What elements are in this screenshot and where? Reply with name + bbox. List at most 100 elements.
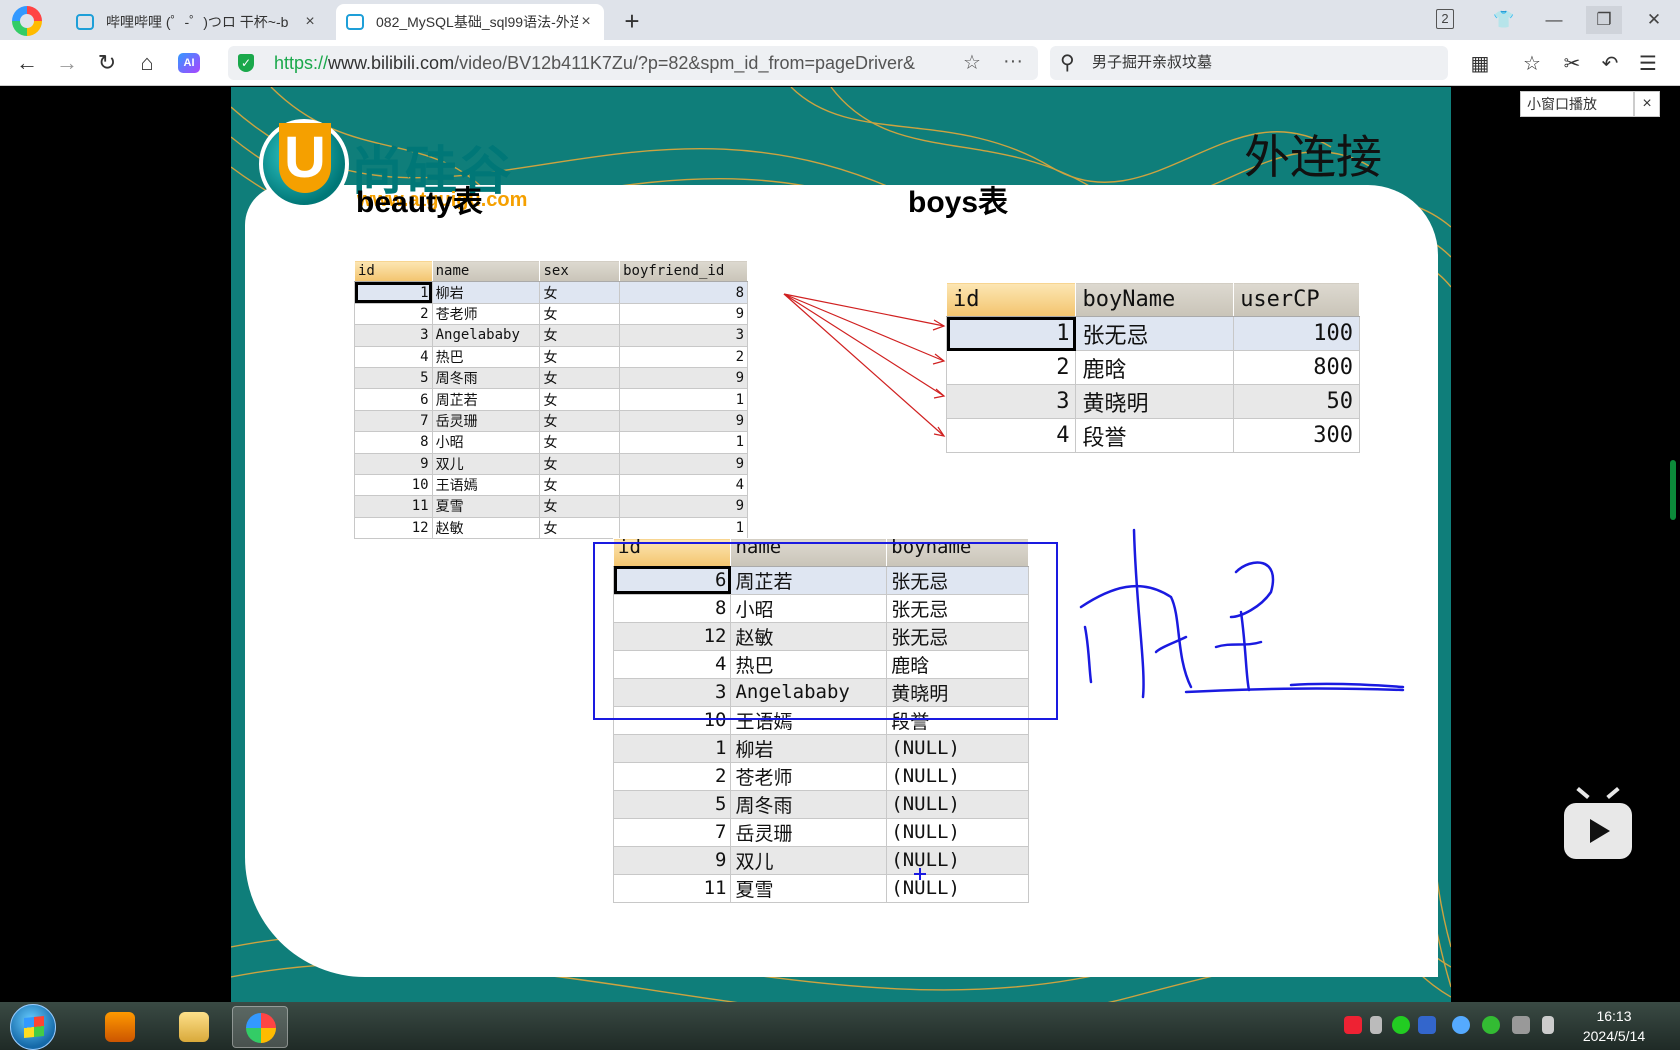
pen-icon[interactable] [1370,1016,1382,1034]
scroll-indicator[interactable] [1670,460,1676,520]
url-scheme: https:// [274,53,329,73]
table-cell: 夏雪 [431,495,541,518]
table-cell: 女 [539,281,621,304]
close-window-button[interactable]: ✕ [1636,6,1672,34]
menu-icon[interactable]: ☰ [1634,50,1662,78]
slide-frame: U 尚硅谷 www.atguigu.com 外连接 beauty表 boys表 … [231,87,1451,1002]
column-header: name [431,259,541,283]
table-cell: 岳灵珊 [431,409,541,433]
table-cell: (NULL) [886,817,1029,847]
table-row: 11 夏雪 (NULL) [612,873,1029,903]
table-row: 1 张无忌 100 [945,316,1360,351]
search-box[interactable]: ⚲ 男子掘开亲叔坟墓 [1050,46,1448,80]
back-button[interactable]: ← [12,48,42,78]
clock-time: 16:13 [1596,1008,1632,1024]
table-row: 9 双儿女 9 [354,452,748,475]
table-cell: 热巴 [431,345,541,368]
table-cell: 1 [619,516,748,540]
tab-bilibili-home[interactable]: 哔哩哔哩 (゜-゜)つロ 干杯~-b × [66,4,328,40]
secure-shield-icon: ✓ [238,54,254,72]
more-options-icon[interactable]: ··· [1003,46,1023,78]
mini-window-close-icon[interactable]: × [1634,91,1660,117]
table-cell: 王语嫣 [431,473,541,497]
ai-assistant-button[interactable]: AI [178,53,200,73]
search-input[interactable]: 男子掘开亲叔坟墓 [1092,46,1212,80]
tab-title: 哔哩哔哩 (゜-゜)つロ 干杯~-b [106,14,289,30]
apps-grid-icon[interactable]: ▦ [1466,50,1494,78]
taskbar-media-player[interactable] [92,1006,148,1048]
table-cell: 2 [619,345,748,368]
sogou-ime-icon[interactable] [1344,1016,1362,1034]
table-cell: 段誉 [1075,418,1235,453]
table-cell: 女 [539,302,621,326]
table-cell: 1 [612,733,732,763]
browser-icon [246,1013,276,1043]
reload-button[interactable]: ↻ [92,48,122,78]
bilibili-tv-icon [76,14,94,30]
taskbar-file-explorer[interactable] [166,1006,222,1048]
tab-count-badge[interactable]: 2 [1436,9,1454,29]
table-cell: 300 [1233,418,1360,453]
windows-taskbar: 16:13 2024/5/14 [0,1002,1680,1050]
table-cell: 苍老师 [730,761,888,791]
system-clock[interactable]: 16:13 2024/5/14 [1572,1006,1656,1046]
video-player[interactable]: U 尚硅谷 www.atguigu.com 外连接 beauty表 boys表 … [0,87,1680,1002]
minimize-button[interactable]: — [1536,6,1572,34]
table-cell: 1 [354,281,433,304]
home-button[interactable]: ⌂ [132,48,162,78]
table-header-row: id boyName userCP [945,282,1360,317]
favorites-icon[interactable]: ☆ [1518,50,1546,78]
table-cell: 周冬雨 [730,789,888,819]
tab-close-icon[interactable]: × [302,13,318,31]
table-cell: 女 [539,409,621,433]
table-cell: 10 [354,473,433,497]
table-cell: 黄晓明 [1075,384,1235,419]
table-row: 7 岳灵珊女 9 [354,409,748,433]
plus-app-icon[interactable] [1482,1016,1500,1034]
table-cell: 2 [945,350,1077,385]
table-cell: (NULL) [886,733,1029,763]
cloud-icon[interactable] [1452,1016,1470,1034]
table-cell: 2 [612,761,732,791]
bilibili-play-icon[interactable] [1564,803,1632,859]
boys-table-caption: boys表 [908,186,1009,219]
volume-icon[interactable] [1542,1016,1554,1034]
screenshot-scissors-icon[interactable]: ✂ [1558,50,1586,78]
table-cell: 女 [539,324,621,347]
start-button-icon[interactable] [10,1004,56,1050]
matched-rows-highlight-box [593,542,1058,720]
undo-close-tab-icon[interactable]: ↶ [1596,50,1624,78]
forward-button[interactable]: → [52,48,82,78]
beauty-table: id name sex boyfriend_id 1 柳岩女 8 2 苍老师女 9 3 Ang… [354,259,748,540]
browser-toolbar: ← → ↻ ⌂ AI ✓ https://www.bilibili.com/vi… [0,40,1680,86]
tab-close-icon[interactable]: × [578,13,594,31]
mini-window-play-button[interactable]: 小窗口播放 [1520,91,1634,117]
beauty-table-caption: beauty表 [356,186,483,219]
address-bar[interactable]: ✓ https://www.bilibili.com/video/BV12b41… [228,46,1038,80]
tab-current-video[interactable]: 082_MySQL基础_sql99语法-外连接 × [336,4,604,40]
tab-bar: 哔哩哔哩 (゜-゜)つロ 干杯~-b × 082_MySQL基础_sql99语法… [0,0,1680,40]
table-cell: 女 [539,473,621,497]
table-cell: 8 [354,431,433,454]
table-cell: 周冬雨 [431,366,541,390]
table-cell: 12 [354,516,433,540]
table-row: 3 Angelababy 女 3 [354,324,748,347]
table-cell: 柳岩 [730,733,888,763]
bookmark-star-icon[interactable]: ☆ [963,46,981,80]
media-player-icon [105,1012,135,1042]
table-cell: Angelababy [431,324,541,347]
n-app-icon[interactable] [1418,1016,1436,1034]
table-cell: 9 [619,409,748,433]
url-text[interactable]: https://www.bilibili.com/video/BV12b411K… [274,46,954,80]
network-icon[interactable] [1512,1016,1530,1034]
taskbar-browser[interactable] [232,1006,288,1048]
table-cell: 5 [354,366,433,390]
browser-logo-icon[interactable] [12,6,42,36]
skin-icon[interactable]: 👕 [1486,6,1522,34]
wechat-icon[interactable] [1392,1016,1410,1034]
column-header: boyName [1075,282,1235,317]
table-cell: 3 [945,384,1077,419]
maximize-button[interactable]: ❐ [1586,6,1622,34]
new-tab-button[interactable]: + [618,6,646,37]
table-cell: (NULL) [886,789,1029,819]
